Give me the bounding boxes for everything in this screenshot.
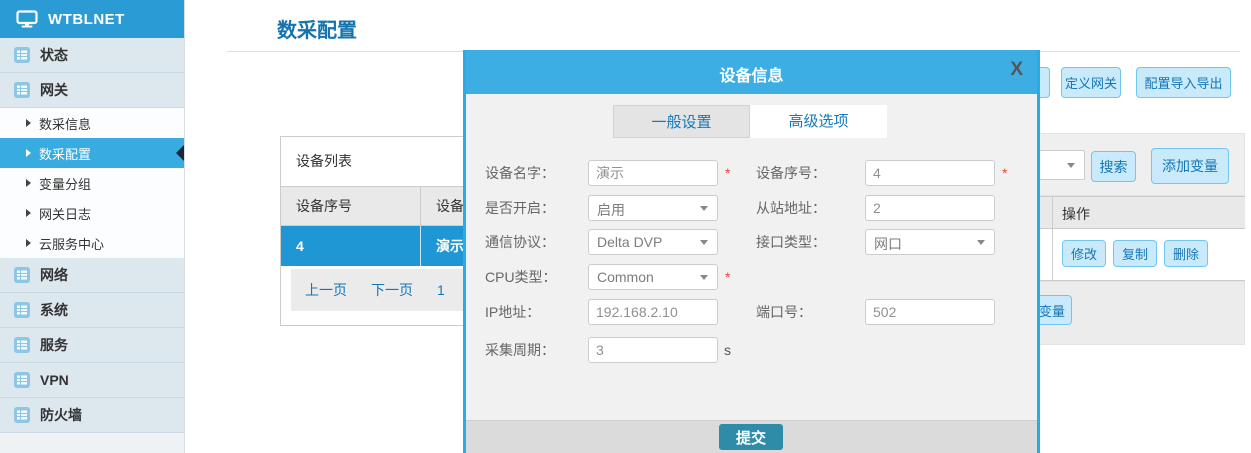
sidebar-item-data-config[interactable]: 数采配置 <box>0 138 184 168</box>
interface-type-select-value: 网口 <box>874 234 902 254</box>
column-header-serial: 设备序号 <box>281 187 421 225</box>
protocol-select[interactable]: Delta DVP <box>588 229 718 255</box>
chevron-down-icon <box>700 275 708 280</box>
cpu-type-label: CPU类型： <box>485 264 557 290</box>
sidebar-item-label: 数采配置 <box>39 144 91 163</box>
sidebar-brand-header: WTBLNET <box>0 0 184 38</box>
define-gateway-button[interactable]: 定义网关 <box>1061 67 1121 98</box>
port-label: 端口号： <box>756 299 812 325</box>
sidebar-item-vpn[interactable]: VPN <box>0 363 184 398</box>
triangle-bullet-icon <box>26 239 31 247</box>
triangle-bullet-icon <box>26 119 31 127</box>
close-icon[interactable]: X <box>1010 59 1023 81</box>
grid-icon <box>14 47 30 63</box>
sidebar-item-label: 网关日志 <box>39 204 91 223</box>
search-button[interactable]: 搜索 <box>1091 151 1136 182</box>
collect-period-field[interactable] <box>588 337 718 363</box>
sidebar-item-label: 服务 <box>40 335 68 355</box>
collect-period-unit: s <box>724 337 731 363</box>
interface-type-select[interactable]: 网口 <box>865 229 995 255</box>
config-import-export-button[interactable]: 配置导入导出 <box>1136 67 1231 98</box>
enabled-select-value: 启用 <box>597 200 625 220</box>
interface-type-label: 接口类型： <box>756 229 826 255</box>
next-page-link[interactable]: 下一页 <box>371 280 413 300</box>
protocol-select-value: Delta DVP <box>597 234 662 250</box>
triangle-bullet-icon <box>26 149 31 157</box>
add-variable-button[interactable]: 添加变量 <box>1151 148 1229 184</box>
cpu-type-select[interactable]: Common <box>588 264 718 290</box>
cpu-type-select-value: Common <box>597 269 654 285</box>
collect-period-label: 采集周期： <box>485 337 555 363</box>
sidebar-item-label: 网络 <box>40 265 68 285</box>
required-marker: * <box>1002 160 1007 186</box>
grid-icon <box>14 302 30 318</box>
sidebar-item-label: 云服务中心 <box>39 234 104 253</box>
protocol-label: 通信协议： <box>485 229 555 255</box>
grid-icon <box>14 267 30 283</box>
sidebar-item-firewall[interactable]: 防火墙 <box>0 398 184 433</box>
sidebar-item-gateway-log[interactable]: 网关日志 <box>0 198 184 228</box>
sidebar-item-variable-group[interactable]: 变量分组 <box>0 168 184 198</box>
column-divider <box>1052 196 1053 281</box>
modal-title: 设备信息 <box>466 62 1037 86</box>
sidebar-item-label: 系统 <box>40 300 68 320</box>
delete-button[interactable]: 删除 <box>1164 240 1208 267</box>
required-marker: * <box>725 160 730 186</box>
brand-name: WTBLNET <box>48 11 125 28</box>
page-title: 数采配置 <box>277 14 357 43</box>
enabled-select[interactable]: 启用 <box>588 195 718 221</box>
ip-address-field[interactable] <box>588 299 718 325</box>
grid-icon <box>14 82 30 98</box>
copy-button[interactable]: 复制 <box>1113 240 1157 267</box>
sidebar-item-gateway[interactable]: 网关 <box>0 73 184 108</box>
monitor-icon <box>16 10 38 28</box>
modal-tabs: 一般设置 高级选项 <box>613 105 887 138</box>
sidebar-item-network[interactable]: 网络 <box>0 258 184 293</box>
sidebar-item-data-info[interactable]: 数采信息 <box>0 108 184 138</box>
grid-icon <box>14 407 30 423</box>
device-name-field[interactable] <box>588 160 718 186</box>
triangle-bullet-icon <box>26 179 31 187</box>
modify-button[interactable]: 修改 <box>1062 240 1106 267</box>
sidebar-item-label: 网关 <box>40 80 68 100</box>
column-header-operation: 操作 <box>1062 204 1090 224</box>
chevron-down-icon <box>977 240 985 245</box>
chevron-down-icon <box>700 206 708 211</box>
triangle-bullet-icon <box>26 209 31 217</box>
chevron-down-icon <box>1067 163 1075 168</box>
enabled-label: 是否开启： <box>485 195 555 221</box>
grid-icon <box>14 337 30 353</box>
device-name-label: 设备名字： <box>485 160 555 186</box>
prev-page-link[interactable]: 上一页 <box>305 280 347 300</box>
sidebar-item-label: 变量分组 <box>39 174 91 193</box>
device-list-title: 设备列表 <box>296 151 352 171</box>
grid-icon <box>14 372 30 388</box>
modal-header: 设备信息 X <box>466 50 1037 94</box>
chevron-down-icon <box>700 240 708 245</box>
sidebar-item-label: 防火墙 <box>40 405 82 425</box>
sidebar-item-label: VPN <box>40 372 69 388</box>
tab-advanced-options[interactable]: 高级选项 <box>750 105 887 138</box>
required-marker: * <box>725 264 730 290</box>
device-info-modal: 设备信息 X 一般设置 高级选项 设备名字： * 设备序号： * 是否开启： 启… <box>463 50 1040 453</box>
sidebar-item-label: 数采信息 <box>39 114 91 133</box>
sidebar-item-system[interactable]: 系统 <box>0 293 184 328</box>
port-field[interactable] <box>865 299 995 325</box>
slave-address-field[interactable] <box>865 195 995 221</box>
page-number[interactable]: 1 <box>437 282 445 298</box>
sidebar: WTBLNET 状态 网关 数采信息 数采配置 变量分组 网关日志 云服务中心 … <box>0 0 185 453</box>
sidebar-item-label: 状态 <box>40 45 68 65</box>
sidebar-item-cloud-service[interactable]: 云服务中心 <box>0 228 184 258</box>
submit-button[interactable]: 提交 <box>719 424 783 450</box>
sidebar-item-service[interactable]: 服务 <box>0 328 184 363</box>
device-serial-cell: 4 <box>281 226 421 266</box>
device-serial-field[interactable] <box>865 160 995 186</box>
tab-general-settings[interactable]: 一般设置 <box>613 105 750 138</box>
slave-address-label: 从站地址： <box>756 195 826 221</box>
ip-address-label: IP地址： <box>485 299 540 325</box>
active-notch-icon <box>176 145 184 161</box>
device-serial-label: 设备序号： <box>756 160 826 186</box>
sidebar-item-status[interactable]: 状态 <box>0 38 184 73</box>
